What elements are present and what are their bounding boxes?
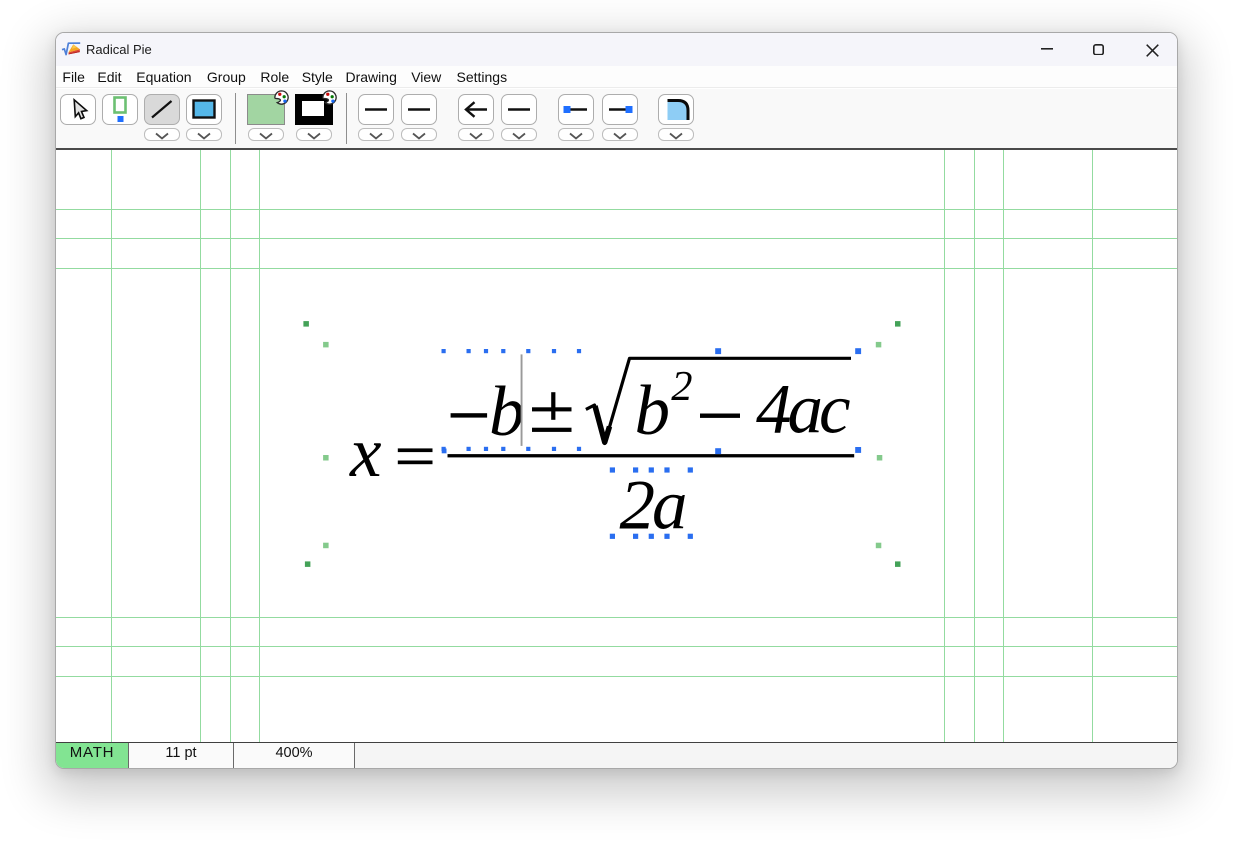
- svg-text:2: 2: [671, 363, 692, 410]
- svg-text:2a: 2a: [620, 466, 686, 544]
- svg-text:4ac: 4ac: [756, 370, 850, 448]
- svg-text:b: b: [489, 373, 525, 451]
- svg-text:x: x: [349, 414, 382, 492]
- svg-text:b: b: [635, 372, 671, 450]
